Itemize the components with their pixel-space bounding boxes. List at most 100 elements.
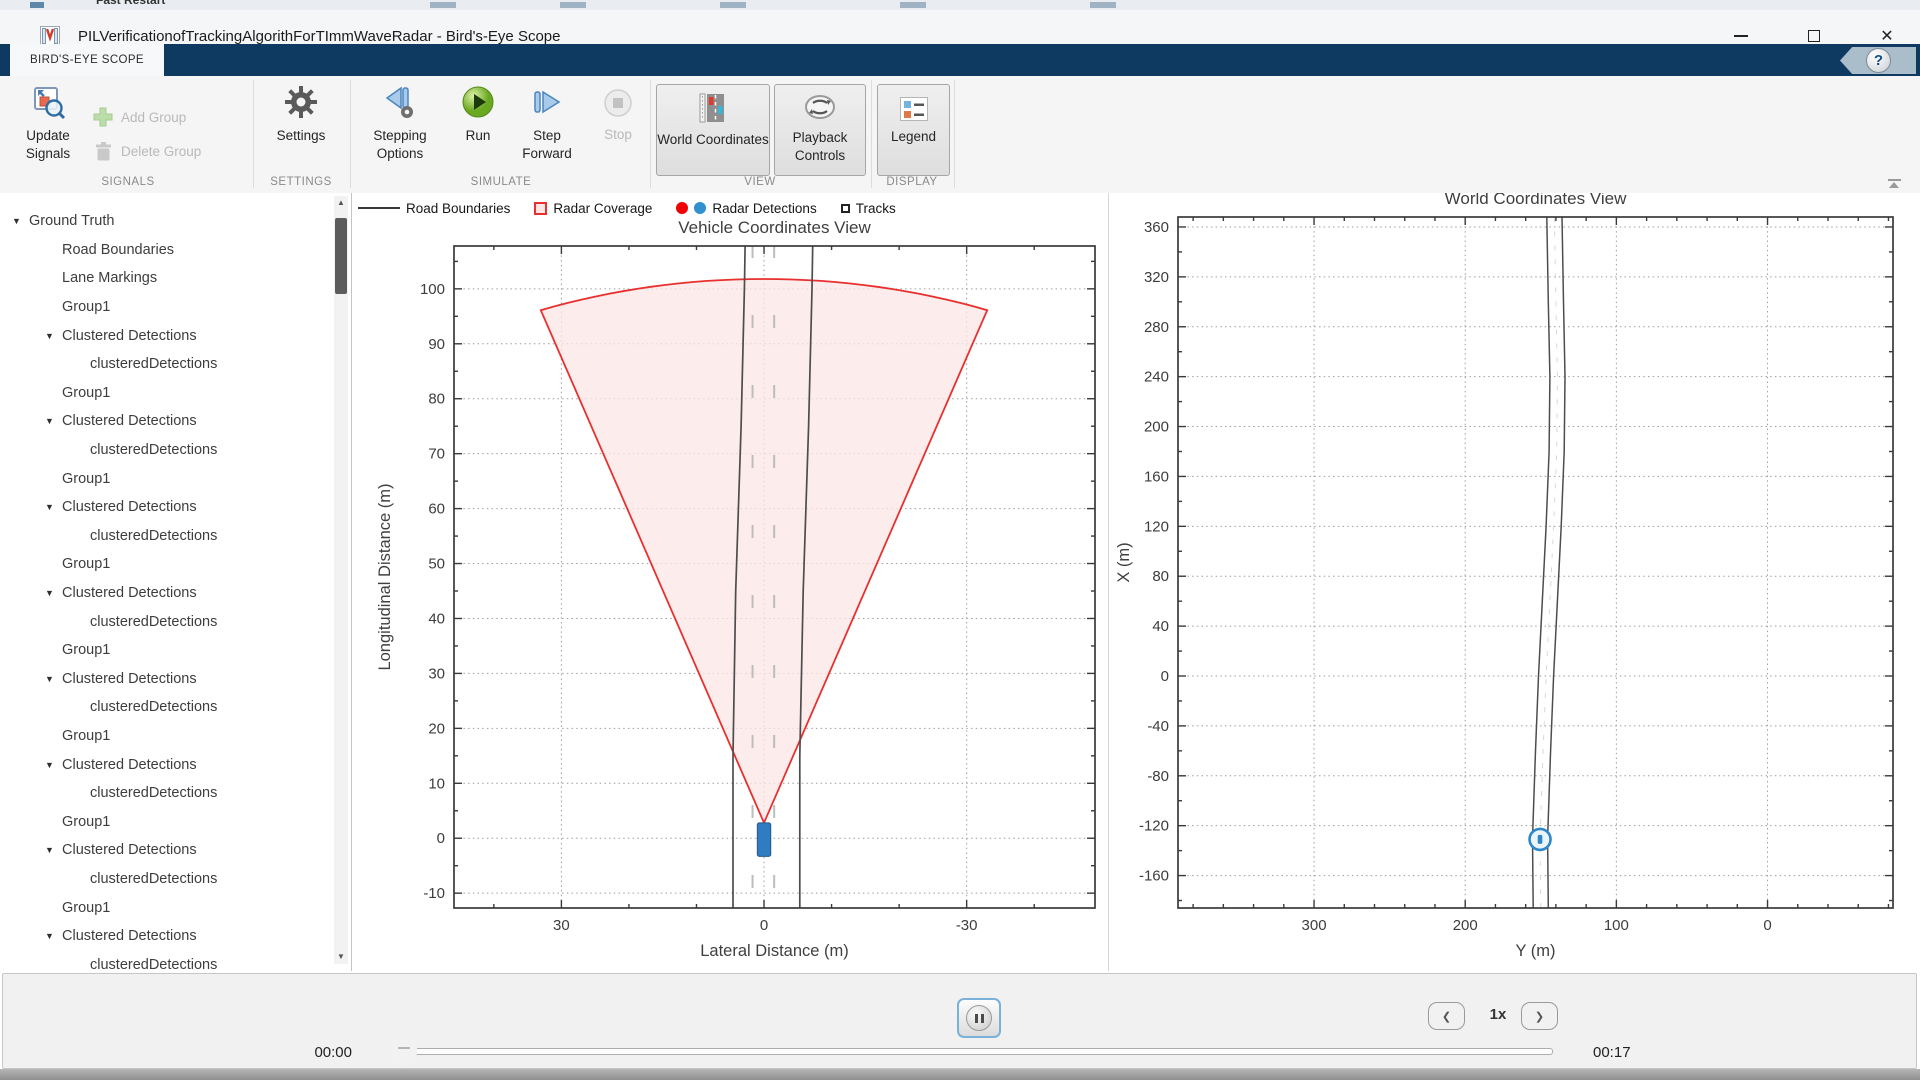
expand-arrow-icon[interactable]: ▼ <box>45 674 62 684</box>
tree-item-label: clusteredDetections <box>90 785 217 801</box>
help-button[interactable]: ? <box>1840 47 1916 74</box>
step-forward-button[interactable]: Step Forward <box>509 84 585 164</box>
plot-border <box>1178 217 1893 908</box>
playback-controls-toggle[interactable]: Playback Controls <box>774 84 866 176</box>
tree-item[interactable]: ▼Clustered Detections <box>0 321 335 350</box>
tree-item[interactable]: ▼Clustered Detections <box>0 493 335 522</box>
step-forward-playback-icon: ❯ <box>1535 1010 1544 1023</box>
svg-text:-80: -80 <box>1147 768 1169 785</box>
tree-item[interactable]: ▼Clustered Detections <box>0 750 335 779</box>
section-label-signals: SIGNALS <box>48 176 208 188</box>
vehicle-coordinates-chart: 300-30-100102030405060708090100Vehicle C… <box>376 218 1095 960</box>
svg-text:280: 280 <box>1144 319 1169 336</box>
svg-text:-160: -160 <box>1139 868 1169 885</box>
tree-item-label: Group1 <box>62 556 110 572</box>
background-fragment <box>1090 2 1116 8</box>
scrollbar-thumb[interactable] <box>335 218 347 294</box>
stop-label: Stop <box>590 126 646 144</box>
world-coordinates-toggle[interactable]: World Coordinates <box>656 84 770 176</box>
playback-speed: 1x <box>1478 1006 1518 1023</box>
expand-arrow-icon[interactable]: ▼ <box>45 760 62 770</box>
tree-item-label: Clustered Detections <box>62 928 197 944</box>
tree-scrollbar[interactable]: ▲ ▼ <box>334 196 348 964</box>
svg-text:40: 40 <box>1152 618 1169 635</box>
legend-toggle[interactable]: Legend <box>877 84 950 176</box>
step-forward-playback-button[interactable]: ❯ <box>1521 1002 1558 1030</box>
tree-item[interactable]: Group1 <box>0 550 335 579</box>
playback-controls-label: Playback Controls <box>775 129 865 165</box>
tree-item[interactable]: clusteredDetections <box>0 522 335 551</box>
expand-arrow-icon[interactable]: ▼ <box>45 331 62 341</box>
tree-item[interactable]: Group1 <box>0 636 335 665</box>
stepping-options-label: Stepping Options <box>357 127 443 163</box>
svg-text:70: 70 <box>428 446 445 463</box>
tree-item-label: Clustered Detections <box>62 842 197 858</box>
svg-text:300: 300 <box>1302 917 1327 934</box>
minimize-icon <box>1734 35 1748 37</box>
tree-item[interactable]: ▼Clustered Detections <box>0 665 335 694</box>
tree-item[interactable]: Group1 <box>0 807 335 836</box>
tree-item[interactable]: clusteredDetections <box>0 436 335 465</box>
expand-arrow-icon[interactable]: ▼ <box>45 416 62 426</box>
add-group-label: Add Group <box>121 110 186 125</box>
section-divider <box>954 80 955 188</box>
collapse-ribbon-icon <box>1888 179 1901 181</box>
timeline-slider-track[interactable] <box>400 1048 1553 1055</box>
tree-item[interactable]: ▼Ground Truth <box>0 207 335 236</box>
tree-item[interactable]: Lane Markings <box>0 264 335 293</box>
expand-arrow-icon[interactable]: ▼ <box>12 216 29 226</box>
add-group-button[interactable]: Add Group <box>92 106 186 128</box>
toolstrip-ribbon: Update Signals Add Group Delete Group <box>0 76 1920 194</box>
tree-item[interactable]: clusteredDetections <box>0 350 335 379</box>
tree-item-label: Group1 <box>62 471 110 487</box>
tree-item-label: clusteredDetections <box>90 614 217 630</box>
svg-text:100: 100 <box>1604 917 1629 934</box>
tree-item[interactable]: Group1 <box>0 293 335 322</box>
tree-item[interactable]: clusteredDetections <box>0 865 335 894</box>
tree-item[interactable]: clusteredDetections <box>0 607 335 636</box>
tree-item[interactable]: Road Boundaries <box>0 236 335 265</box>
tree-item[interactable]: Group1 <box>0 379 335 408</box>
tree-item[interactable]: Group1 <box>0 464 335 493</box>
stepping-options-button[interactable]: Stepping Options <box>357 84 443 164</box>
tree-item[interactable]: Group1 <box>0 893 335 922</box>
end-time: 00:17 <box>1593 1044 1631 1061</box>
window-bottom-edge <box>0 1069 1920 1080</box>
legend-label: Legend <box>878 128 949 146</box>
tree-item[interactable]: ▼Clustered Detections <box>0 922 335 951</box>
close-icon: ✕ <box>1880 26 1893 46</box>
tree-item[interactable]: clusteredDetections <box>0 779 335 808</box>
step-back-button[interactable]: ❮ <box>1428 1002 1465 1030</box>
run-button[interactable]: Run <box>450 84 506 145</box>
tree-item[interactable]: clusteredDetections <box>0 693 335 722</box>
window-title: PILVerificationofTrackingAlgorithForTImm… <box>78 28 560 45</box>
scroll-up-icon[interactable]: ▲ <box>334 196 348 210</box>
tree-item[interactable]: ▼Clustered Detections <box>0 836 335 865</box>
tree-item[interactable]: Group1 <box>0 722 335 751</box>
tab-birds-eye-scope[interactable]: BIRD'S-EYE SCOPE <box>10 44 164 76</box>
stop-button[interactable]: Stop <box>590 84 646 144</box>
expand-arrow-icon[interactable]: ▼ <box>45 845 62 855</box>
svg-text:0: 0 <box>1763 917 1771 934</box>
collapse-ribbon-button[interactable] <box>1884 179 1904 193</box>
section-label-simulate: SIMULATE <box>421 176 581 188</box>
title-bar: PILVerificationofTrackingAlgorithForTImm… <box>0 10 1920 45</box>
expand-arrow-icon[interactable]: ▼ <box>45 502 62 512</box>
radar-coverage-area <box>541 279 987 823</box>
update-signals-button[interactable]: Update Signals <box>10 84 86 164</box>
tree-item[interactable]: clusteredDetections <box>0 950 335 971</box>
delete-group-button[interactable]: Delete Group <box>92 140 201 162</box>
background-fragment <box>900 2 926 8</box>
pause-button[interactable] <box>957 998 1001 1038</box>
expand-arrow-icon[interactable]: ▼ <box>45 588 62 598</box>
step-back-icon: ❮ <box>1442 1010 1451 1023</box>
playback-controls-icon <box>802 92 838 122</box>
tree-item-label: Lane Markings <box>62 270 157 286</box>
x-axis-label: Y (m) <box>1515 942 1555 960</box>
settings-button[interactable]: Settings <box>262 84 340 145</box>
scroll-down-icon[interactable]: ▼ <box>334 950 348 964</box>
svg-text:0: 0 <box>1161 668 1169 685</box>
tree-item[interactable]: ▼Clustered Detections <box>0 407 335 436</box>
tree-item[interactable]: ▼Clustered Detections <box>0 579 335 608</box>
expand-arrow-icon[interactable]: ▼ <box>45 931 62 941</box>
